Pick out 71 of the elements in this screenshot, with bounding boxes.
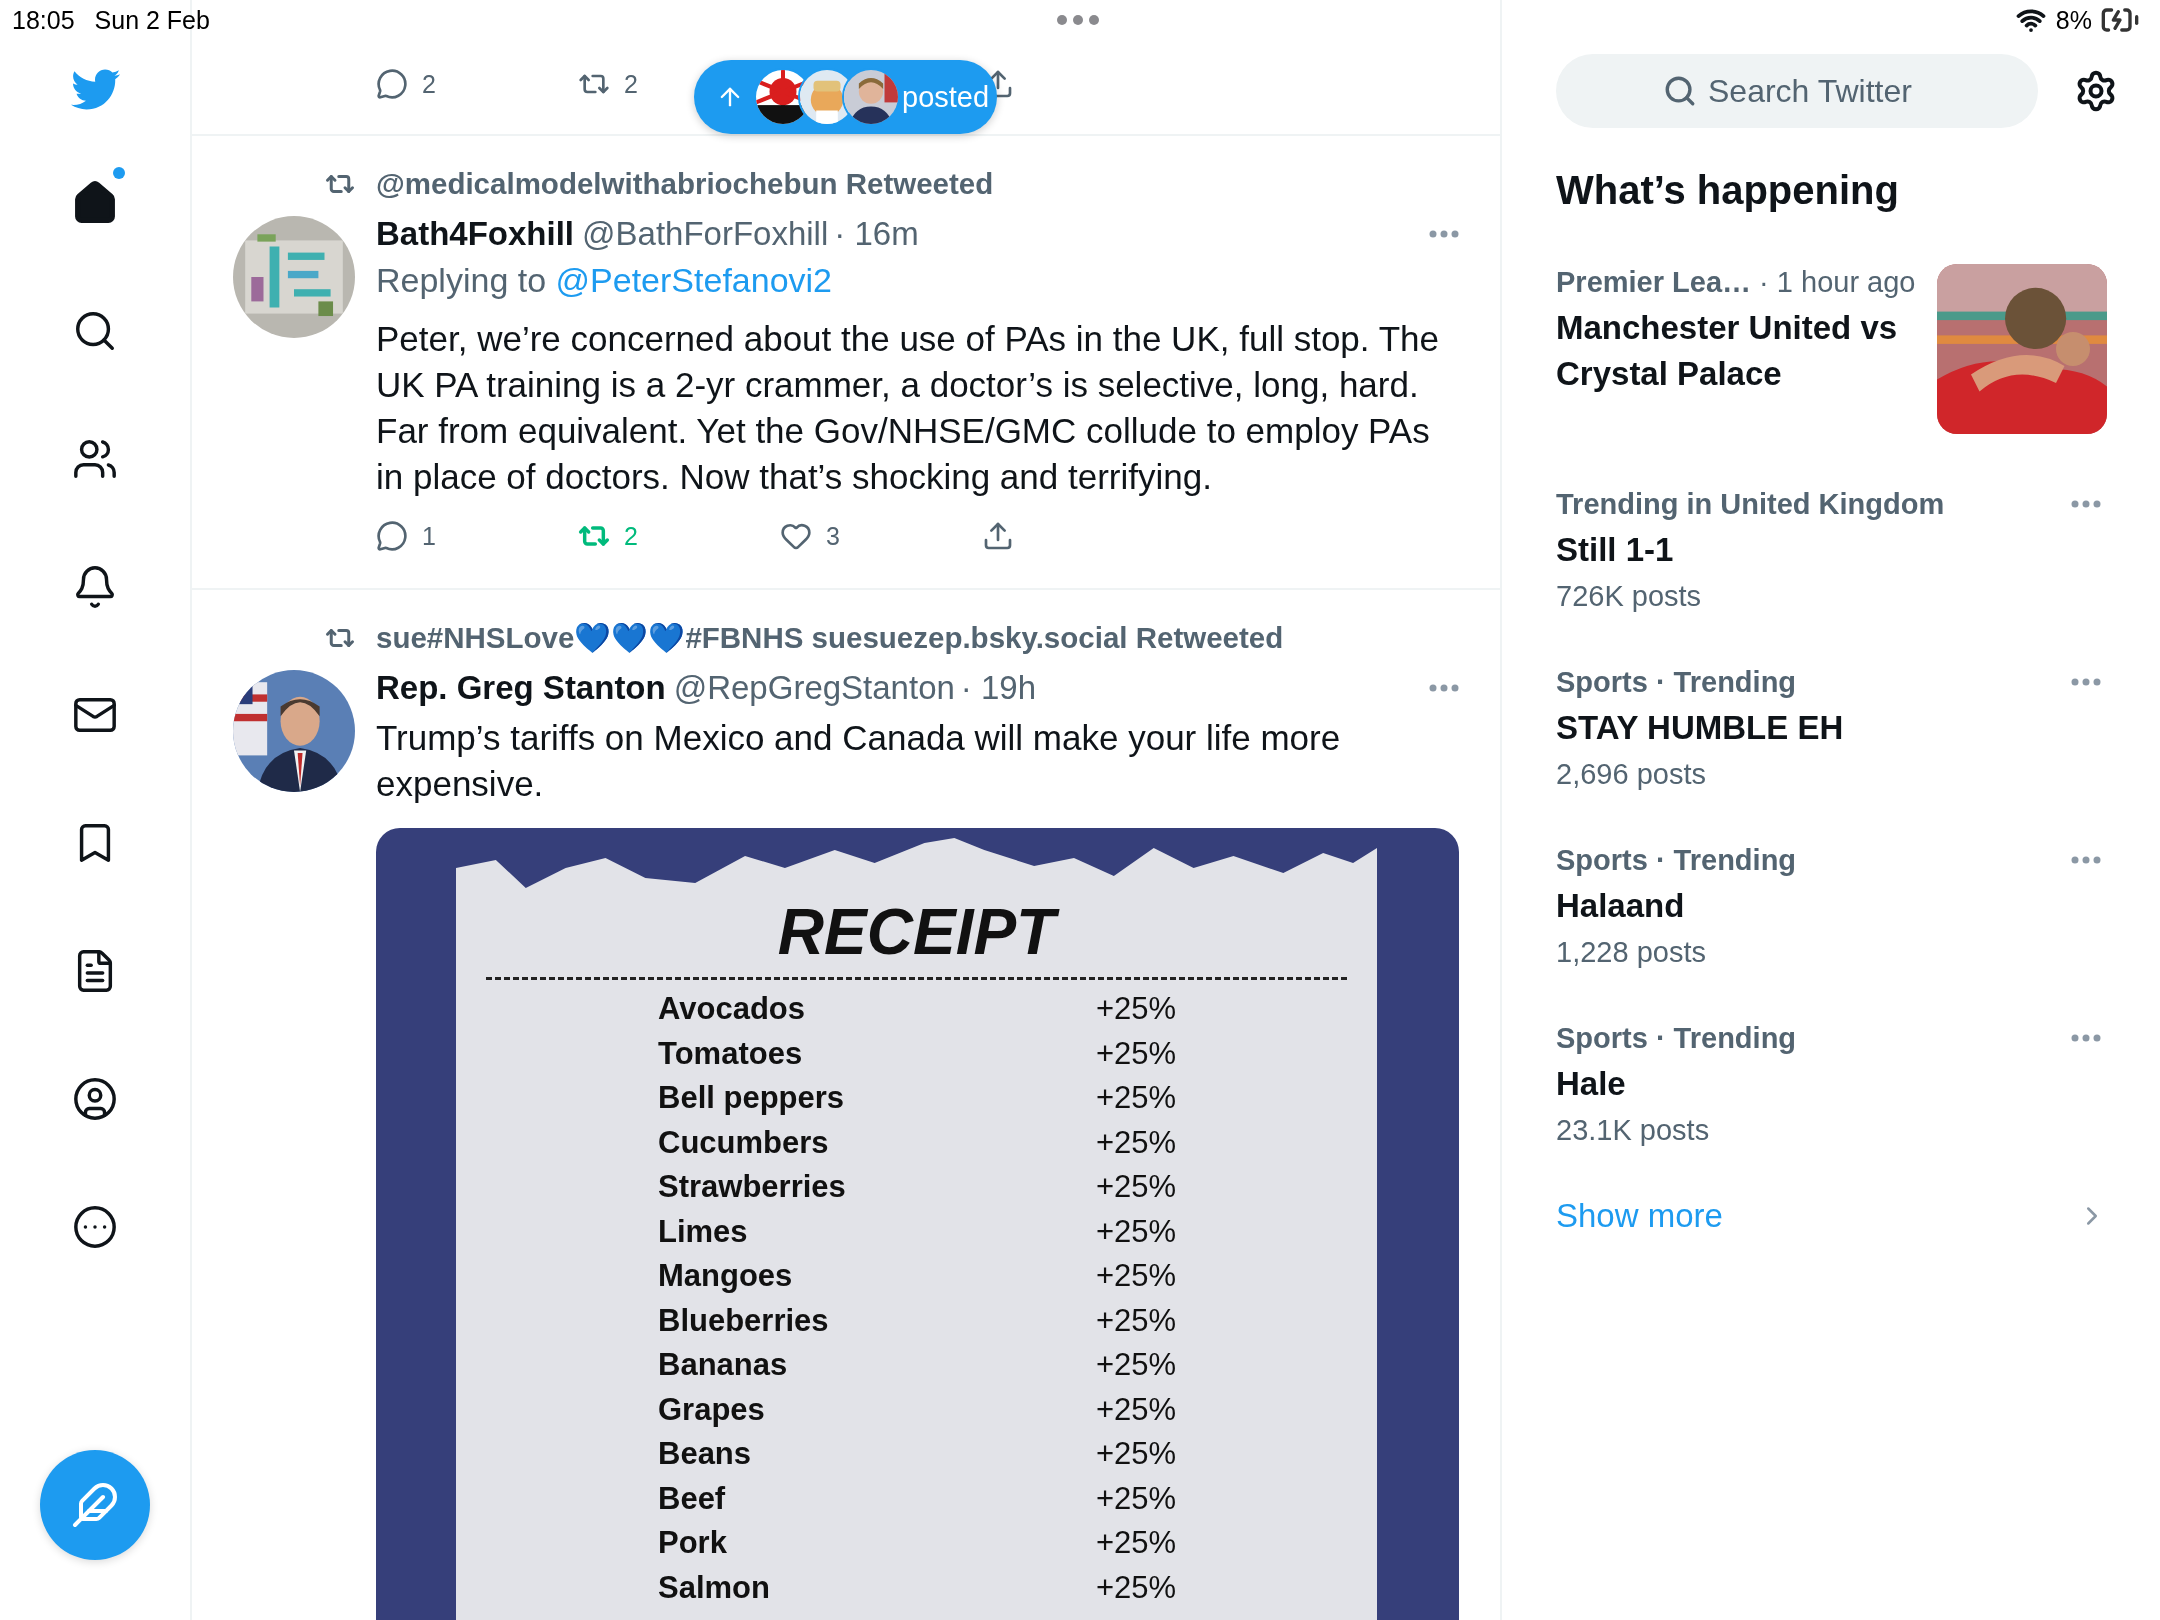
receipt-item: Salmon (658, 1568, 771, 1607)
trend-item[interactable]: Sports · Trending STAY HUMBLE EH 2,696 posts (1556, 659, 2107, 797)
receipt-title: RECEIPT (486, 900, 1347, 964)
status-date: Sun 2 Feb (94, 5, 210, 35)
retweeted-by: sue#NHSLove💙💙💙#FBNHS suesuezep.bsky.social Retweeted (376, 620, 1285, 656)
action-count: 2 (624, 69, 638, 99)
price-change: +25% (1096, 1568, 1178, 1607)
receipt-item: Strawberries (658, 1168, 847, 1206)
trend-time: · 1 hour ago (1758, 266, 1916, 298)
price-change: +25% (1096, 1524, 1178, 1562)
receipt-item: Bell peppers (658, 1079, 846, 1117)
post-time: · 16m (834, 214, 919, 254)
action-count: 1 (422, 521, 436, 551)
price-change: +25% (1096, 1435, 1178, 1473)
receipt-item: Limes (658, 1212, 749, 1251)
author-handle: @RepGregStanton (673, 668, 955, 708)
price-change: +25% (1096, 1034, 1178, 1073)
reply-context: Replying to @PeterStefanovi2 (376, 260, 833, 301)
receipt-item: Bananas (658, 1346, 789, 1384)
post-count: 1,228 posts (1556, 935, 1707, 970)
search-field[interactable]: Search Twitter (1556, 54, 2038, 128)
receipt-item: Tomatoes (658, 1034, 804, 1073)
receipt-item: Beef (658, 1479, 727, 1518)
author-name: Rep. Greg Stanton (376, 668, 666, 708)
receipt-item: Pork (658, 1524, 728, 1562)
trend-item[interactable]: Sports · Trending Hale 23.1K posts (1556, 1015, 2107, 1153)
post-time: · 19h (960, 668, 1037, 708)
post-count: 726K posts (1556, 579, 1703, 614)
receipt-item: Cucumbers (658, 1123, 830, 1162)
receipt-item: Beans (658, 1435, 753, 1473)
trend-category: Premier Lea… (1556, 266, 1752, 298)
trend-title: Halaand (1556, 886, 1686, 926)
price-change: +25% (1096, 1479, 1178, 1518)
receipt-item: Mangoes (658, 1257, 794, 1295)
action-count: 2 (422, 69, 436, 99)
trend-category: Sports · Trending (1556, 1022, 1797, 1054)
trend-title: Still 1-1 (1556, 530, 1675, 570)
trend-category: Trending in United Kingdom (1556, 488, 1945, 520)
trend-title: Hale (1556, 1064, 1627, 1104)
trend-category: Sports · Trending (1556, 844, 1797, 876)
section-heading: What’s happening (1556, 167, 1900, 214)
status-time: 18:05 (12, 5, 75, 35)
receipt-item: Grapes (658, 1390, 766, 1429)
author-handle: @BathForFoxhill (582, 214, 829, 254)
tweet-text: Peter, we’re concerned about the use of PAs in the UK, full stop. The UK PA training is a 2-yr crammer, a doctor’s is selective, long, hard. Far from equivalent. Yet the Gov/NHSE/GMC collude to employ PAs in place of doctors. Now that’s shocking and terrifying. (376, 318, 1440, 498)
price-change: +25% (1096, 990, 1178, 1028)
action-count: 3 (826, 521, 840, 551)
trend-title: Manchester United vs Crystal Palace (1556, 308, 1899, 394)
price-change: +25% (1096, 1168, 1178, 1206)
receipt-item: Blueberries (658, 1301, 830, 1340)
trend-item[interactable]: Premier Lea… · 1 hour ago Manchester United vs Crystal Palace (1556, 259, 2107, 434)
author-name: Bath4Foxhill (376, 214, 575, 254)
price-change: +25% (1096, 1257, 1178, 1295)
price-change: +25% (1096, 1123, 1178, 1162)
trend-title: STAY HUMBLE EH (1556, 708, 1844, 748)
price-change: +25% (1096, 1079, 1178, 1117)
trend-item[interactable]: Trending in United Kingdom Still 1-1 726K posts (1556, 481, 2107, 619)
tweet-text: Trump’s tariffs on Mexico and Canada will make your life more expensive. (376, 717, 1342, 805)
price-change: +25% (1096, 1212, 1178, 1251)
price-change: +25% (1096, 1301, 1178, 1340)
price-change: +25% (1096, 1390, 1178, 1429)
retweeted-by: @medicalmodelwithabriochebun Retweeted (376, 166, 995, 202)
action-count: 2 (624, 521, 638, 551)
post-count: 2,696 posts (1556, 757, 1707, 792)
battery-percent: 8% (2055, 5, 2092, 35)
trend-category: Sports · Trending (1556, 666, 1797, 698)
receipt-item: Avocados (658, 990, 806, 1028)
trend-item[interactable]: Sports · Trending Halaand 1,228 posts (1556, 837, 2107, 975)
price-change: +25% (1096, 1346, 1178, 1384)
receipt-image[interactable]: RECEIPT Avocados +25% Tomatoes +25% Bell peppers +25% Cucumbers +25% Strawberries +25% Limes +25% Mangoes +25% Blueberries +25% Bananas +25% Grapes +25% Beans +25% Beef +25% Pork +25% Salmon +25% (376, 828, 1459, 1620)
post-count: 23.1K posts (1556, 1113, 1711, 1148)
